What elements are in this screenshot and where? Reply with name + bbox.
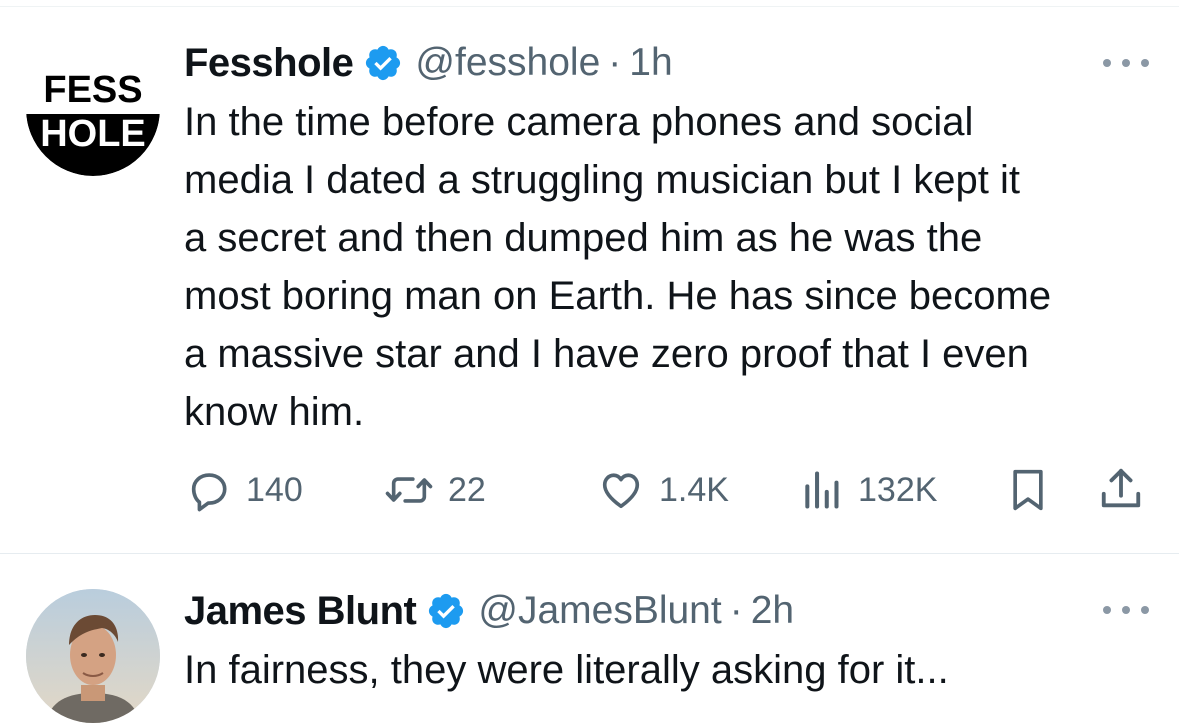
reply-count: 140: [246, 470, 303, 509]
timestamp[interactable]: 2h: [751, 589, 794, 633]
display-name[interactable]: Fesshole: [184, 41, 354, 86]
share-button[interactable]: [1098, 462, 1144, 518]
more-options-icon[interactable]: [1103, 600, 1149, 620]
separator-dot: ·: [729, 589, 743, 632]
bookmark-icon: [1013, 469, 1043, 511]
retweet-button[interactable]: 22: [384, 462, 486, 518]
avatar-line-1: FESS: [43, 69, 142, 111]
avatar-fesshole[interactable]: FESS HOLE: [26, 42, 160, 176]
tweet-text-line: In the time before camera phones and soc…: [184, 100, 974, 144]
display-name[interactable]: James Blunt: [184, 589, 417, 634]
tweet-text-line: media I dated a struggling musician but …: [184, 158, 1021, 202]
tweet-header: Fesshole @fesshole · 1h: [184, 38, 673, 88]
heart-icon: [602, 473, 640, 509]
views-button[interactable]: 132K: [800, 462, 937, 518]
bookmark-button[interactable]: [1006, 462, 1050, 518]
retweet-icon: [385, 477, 433, 503]
more-options-icon[interactable]: [1103, 53, 1149, 73]
separator-dot: ·: [608, 41, 622, 84]
avatar-line-2: HOLE: [40, 113, 146, 155]
like-button[interactable]: 1.4K: [597, 462, 729, 518]
tweet-header: James Blunt @JamesBlunt · 2h: [184, 586, 794, 636]
timestamp[interactable]: 1h: [629, 41, 672, 85]
avatar-jamesblunt[interactable]: [26, 589, 160, 723]
retweet-count: 22: [448, 470, 486, 509]
views-count: 132K: [858, 470, 938, 509]
handle[interactable]: @JamesBlunt: [478, 589, 721, 633]
fesshole-logo: FESS HOLE: [26, 42, 160, 176]
tweet-text-line: most boring man on Earth. He has since b…: [184, 274, 1052, 318]
reply-icon: [191, 473, 227, 512]
tweet-fesshole[interactable]: FESS HOLE Fesshole @fesshole · 1h In the…: [0, 0, 1179, 553]
handle[interactable]: @fesshole: [415, 41, 600, 85]
tweet-text: In the time before camera phones and soc…: [184, 93, 1051, 441]
verified-badge-icon: [363, 43, 403, 83]
tweet-text: In fairness, they were literally asking …: [184, 641, 949, 699]
action-bar: 140 22 1.4K 132K: [0, 462, 1179, 518]
views-icon: [805, 471, 839, 509]
verified-badge-icon: [426, 591, 466, 631]
tweet-text-line: know him.: [184, 390, 365, 434]
reply-button[interactable]: 140: [186, 462, 303, 518]
tweet-text-line: In fairness, they were literally asking …: [184, 648, 949, 692]
tweet-text-line: a massive star and I have zero proof tha…: [184, 332, 1029, 376]
like-count: 1.4K: [659, 470, 729, 509]
tweet-text-line: a secret and then dumped him as he was t…: [184, 216, 983, 260]
share-icon: [1101, 468, 1141, 508]
profile-photo: [26, 589, 160, 723]
